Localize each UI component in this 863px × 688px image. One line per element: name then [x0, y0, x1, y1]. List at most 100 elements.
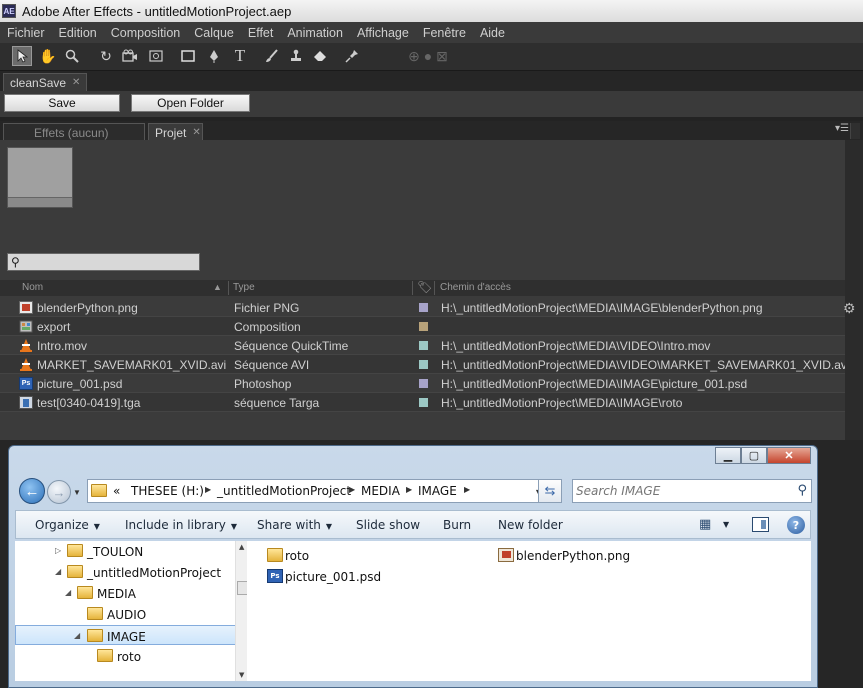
item-path: H:\_untitledMotionProject\MEDIA\IMAGE\pi… — [441, 377, 748, 391]
puppet-pin-tool-icon[interactable] — [342, 46, 362, 66]
pen-tool-icon[interactable] — [204, 46, 224, 66]
rectangle-tool-icon[interactable] — [178, 46, 198, 66]
tree-item-label: AUDIO — [107, 608, 147, 622]
label-swatch[interactable] — [419, 322, 428, 331]
maximize-icon[interactable]: ▢ — [741, 447, 767, 464]
table-row[interactable]: Ps picture_001.psd Photoshop H:\_untitle… — [0, 374, 845, 393]
save-button[interactable]: Save — [4, 94, 120, 112]
selection-tool-icon[interactable] — [12, 46, 32, 66]
table-row[interactable]: test[0340-0419].tga séquence Targa H:\_u… — [0, 393, 845, 412]
tab-projet[interactable]: Projet ✕ — [148, 123, 203, 141]
burn-button[interactable]: Burn — [443, 518, 471, 532]
expand-icon[interactable]: ▷ — [55, 546, 61, 555]
project-search-input[interactable]: ⚲ — [7, 253, 200, 271]
menu-composition[interactable]: Composition — [104, 26, 187, 40]
scroll-down-icon[interactable]: ▼ — [239, 671, 244, 679]
table-row[interactable]: blenderPython.png Fichier PNG H:\_untitl… — [0, 298, 845, 317]
brush-tool-icon[interactable] — [262, 46, 282, 66]
tab-clean-save[interactable]: cleanSave ✕ — [3, 73, 88, 91]
tree-item-media[interactable]: ◢ MEDIA — [15, 583, 237, 603]
recent-pages-dropdown-icon[interactable]: ▼ — [73, 488, 81, 497]
include-in-library-button[interactable]: Include in library ▼ — [125, 518, 237, 532]
label-tag-icon[interactable]: 🏷 — [417, 280, 432, 294]
refresh-icon[interactable]: ⇆ — [538, 479, 562, 503]
menu-animation[interactable]: Animation — [280, 26, 350, 40]
tree-item-image[interactable]: ◢ IMAGE — [15, 625, 237, 645]
tree-item-untitled-motion-project[interactable]: ◢ _untitledMotionProject — [15, 562, 237, 582]
menu-fichier[interactable]: Fichier — [0, 26, 52, 40]
new-folder-button[interactable]: New folder — [498, 518, 563, 532]
chevron-down-icon: ▼ — [230, 522, 238, 531]
scroll-up-icon[interactable]: ▲ — [239, 543, 244, 551]
preview-pane-icon[interactable] — [752, 517, 769, 532]
breadcrumb-image[interactable]: IMAGE — [418, 484, 457, 498]
hand-tool-icon[interactable]: ✋ — [38, 46, 58, 66]
zoom-tool-icon[interactable] — [62, 46, 82, 66]
table-row[interactable]: Intro.mov Séquence QuickTime H:\_untitle… — [0, 336, 845, 355]
rotate-tool-icon[interactable]: ↻ — [96, 46, 116, 66]
menu-fenetre[interactable]: Fenêtre — [416, 26, 473, 40]
label-swatch[interactable] — [419, 398, 428, 407]
breadcrumb-chevron-icon[interactable]: ▶ — [464, 485, 470, 494]
collapse-icon[interactable]: ◢ — [55, 567, 61, 576]
breadcrumb-chevron-icon[interactable]: ▶ — [349, 485, 355, 494]
tree-item-toulon[interactable]: ▷ _TOULON — [15, 541, 237, 561]
minimize-icon[interactable]: ▁ — [715, 447, 741, 464]
flowchart-icon[interactable]: ⚙ — [843, 300, 856, 317]
table-row[interactable]: export Composition — [0, 317, 845, 336]
close-icon[interactable]: ✕ — [767, 447, 811, 464]
column-type[interactable]: Type — [233, 282, 255, 293]
breadcrumb-media[interactable]: MEDIA — [361, 484, 400, 498]
search-input[interactable] — [576, 482, 786, 500]
label-swatch[interactable] — [419, 341, 428, 350]
tree-item-roto[interactable]: roto — [15, 646, 237, 666]
folder-icon — [97, 649, 113, 662]
label-swatch[interactable] — [419, 360, 428, 369]
panel-menu-icon[interactable]: ▾☰ — [835, 123, 849, 134]
close-icon[interactable]: ✕ — [72, 77, 80, 88]
menu-effet[interactable]: Effet — [241, 26, 280, 40]
axis-icon: ⊕ ● ⊠ — [408, 47, 448, 64]
eraser-tool-icon[interactable] — [310, 46, 330, 66]
column-name[interactable]: Nom — [22, 282, 43, 293]
view-grid-icon[interactable]: ▦ — [699, 517, 715, 532]
back-arrow-icon[interactable]: ← — [19, 478, 45, 504]
sort-up-icon[interactable]: ▲ — [213, 282, 222, 292]
breadcrumb-chevron-icon[interactable]: ▶ — [205, 485, 211, 494]
item-name: MARKET_SAVEMARK01_XVID.avi — [37, 358, 227, 372]
label-swatch[interactable] — [419, 379, 428, 388]
forward-arrow-icon[interactable]: → — [47, 480, 71, 504]
breadcrumb-project[interactable]: _untitledMotionProject — [217, 484, 351, 498]
open-folder-button[interactable]: Open Folder — [131, 94, 250, 112]
menu-edition[interactable]: Edition — [52, 26, 104, 40]
share-with-button[interactable]: Share with ▼ — [257, 518, 332, 532]
breadcrumb-overflow[interactable]: « — [113, 484, 120, 498]
organize-button[interactable]: Organize ▼ — [35, 518, 100, 532]
type-tool-icon[interactable]: T — [230, 46, 250, 66]
breadcrumb-thesee[interactable]: THESEE (H:) — [131, 484, 204, 498]
close-icon[interactable]: ✕ — [192, 127, 200, 138]
file-item-label: roto — [285, 549, 310, 563]
collapse-icon[interactable]: ◢ — [65, 588, 71, 597]
camera-tool-icon[interactable] — [120, 46, 140, 66]
composition-icon — [19, 320, 33, 333]
pan-behind-tool-icon[interactable] — [146, 46, 166, 66]
address-bar[interactable]: « THESEE (H:) ▶ _untitledMotionProject ▶… — [87, 479, 547, 503]
tree-item-audio[interactable]: AUDIO — [15, 604, 237, 624]
search-icon[interactable]: ⚲ — [797, 483, 807, 498]
menu-aide[interactable]: Aide — [473, 26, 512, 40]
menu-calque[interactable]: Calque — [187, 26, 241, 40]
table-row[interactable]: MARKET_SAVEMARK01_XVID.avi Séquence AVI … — [0, 355, 850, 374]
tab-effets[interactable]: Effets (aucun) — [3, 123, 145, 141]
clean-save-panel: Save Open Folder — [0, 91, 863, 117]
menu-affichage[interactable]: Affichage — [350, 26, 416, 40]
chevron-down-icon[interactable]: ▼ — [723, 520, 729, 529]
collapse-icon[interactable]: ◢ — [74, 631, 80, 640]
label-swatch[interactable] — [419, 303, 428, 312]
column-path[interactable]: Chemin d'accès — [440, 282, 511, 293]
breadcrumb-chevron-icon[interactable]: ▶ — [406, 485, 412, 494]
clone-stamp-tool-icon[interactable] — [286, 46, 306, 66]
slide-show-button[interactable]: Slide show — [356, 518, 420, 532]
png-file-icon — [498, 548, 514, 562]
help-icon[interactable]: ? — [787, 516, 805, 534]
